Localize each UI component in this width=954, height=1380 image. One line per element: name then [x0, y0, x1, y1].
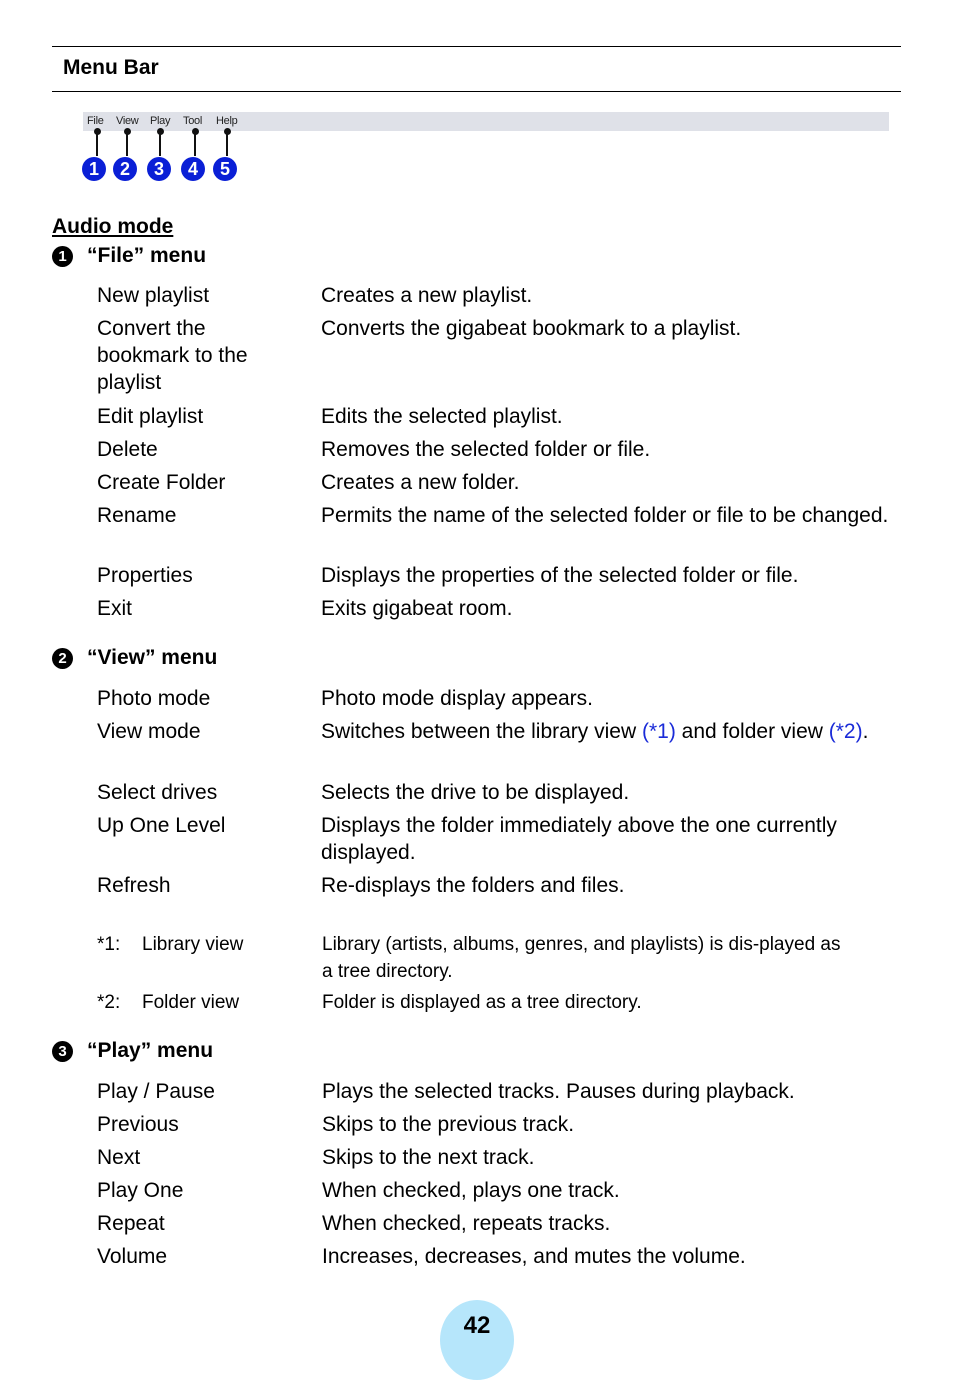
view-menu-title: “View” menu	[87, 646, 218, 669]
callout-line	[194, 132, 196, 156]
menu-item-desc: Creates a new folder.	[321, 471, 520, 494]
callout-badge-5: 5	[213, 157, 237, 181]
menu-item-desc: Removes the selected folder or file.	[321, 438, 651, 461]
menu-item-desc: Photo mode display appears.	[321, 687, 594, 710]
menu-item-desc: Re-displays the folders and files.	[321, 874, 625, 897]
menubar-item-play[interactable]: Play	[150, 115, 171, 127]
callout-badge-4: 4	[181, 157, 205, 181]
menu-item-desc: Exits gigabeat room.	[321, 597, 513, 620]
footnote-desc: Folder is displayed as a tree directory.	[322, 992, 642, 1013]
menu-item-desc: Permits the name of the selected folder …	[321, 504, 889, 527]
audio-mode-heading: Audio mode	[52, 215, 174, 238]
menu-item-term: Refresh	[97, 874, 171, 897]
menu-item-desc: Selects the drive to be displayed.	[321, 781, 630, 804]
menu-item-term: Previous	[97, 1113, 179, 1136]
menu-bar-illustration: File View Play Tool Help	[83, 112, 889, 131]
callout-line	[126, 132, 128, 156]
section-title: Menu Bar	[63, 56, 159, 79]
page-number: 42	[463, 1312, 491, 1339]
menu-item-term: Convert the bookmark to the playlist	[97, 317, 248, 394]
menubar-item-file[interactable]: File	[87, 115, 104, 127]
menu-item-desc: When checked, repeats tracks.	[322, 1212, 611, 1235]
menu-item-term: Select drives	[97, 781, 218, 804]
menu-item-desc: Plays the selected tracks. Pauses during…	[322, 1080, 795, 1103]
menu-item-term: Edit playlist	[97, 405, 204, 428]
footnote-term: Folder view	[142, 992, 240, 1013]
menu-item-desc: Displays the folder immediately above th…	[321, 814, 837, 864]
menu-item-term: Properties	[97, 564, 193, 587]
menubar-item-help[interactable]: Help	[216, 115, 238, 127]
menu-item-term: Delete	[97, 438, 158, 461]
play-menu-title: “Play” menu	[87, 1039, 214, 1062]
menu-item-term: Next	[97, 1146, 141, 1169]
desc-text: .	[862, 720, 869, 743]
menu-item-term: Play / Pause	[97, 1080, 215, 1103]
callout-line	[159, 132, 161, 156]
menu-item-term: View mode	[97, 720, 201, 743]
footnote-desc: Library (artists, albums, genres, and pl…	[322, 934, 841, 982]
footnote-term: Library view	[142, 934, 244, 955]
menu-item-term: Exit	[97, 597, 133, 620]
menu-item-desc: Edits the selected playlist.	[321, 405, 563, 428]
footnote-mark: *1:	[97, 934, 121, 955]
title-underline-rule	[52, 91, 901, 92]
callout-line	[226, 132, 228, 156]
desc-text: Switches between the library view	[321, 720, 642, 743]
view-menu-heading: 2 “View” menu	[52, 646, 217, 670]
menu-item-term: Rename	[97, 504, 177, 527]
menu-item-term: Up One Level	[97, 814, 226, 837]
menubar-item-tool[interactable]: Tool	[183, 115, 202, 127]
callout-line	[96, 132, 98, 156]
footnote-mark: *2:	[97, 992, 121, 1013]
menu-item-term: Repeat	[97, 1212, 165, 1235]
menu-item-term: Volume	[97, 1245, 168, 1268]
menu-item-desc: Skips to the previous track.	[322, 1113, 575, 1136]
menu-item-desc: Converts the gigabeat bookmark to a play…	[321, 317, 742, 340]
menu-item-desc: Creates a new playlist.	[321, 284, 533, 307]
footnote-link-1[interactable]: (*1)	[642, 720, 676, 743]
menu-item-term: New playlist	[97, 284, 210, 307]
callout-badge-3: 3	[147, 157, 171, 181]
number-1-icon: 1	[52, 245, 73, 267]
menu-item-desc: Increases, decreases, and mutes the volu…	[322, 1245, 746, 1268]
menu-item-desc: Switches between the library view (*1) a…	[321, 718, 891, 745]
menu-item-term: Create Folder	[97, 471, 226, 494]
page-number-badge: 42	[440, 1300, 514, 1380]
footnote-link-2[interactable]: (*2)	[829, 720, 863, 743]
menu-item-desc: Skips to the next track.	[322, 1146, 535, 1169]
top-rule	[52, 46, 901, 47]
number-2-icon: 2	[52, 647, 73, 669]
menu-item-desc: Displays the properties of the selected …	[321, 564, 799, 587]
file-menu-title: “File” menu	[87, 244, 207, 267]
callout-badge-1: 1	[82, 157, 106, 181]
desc-text: and folder view	[675, 720, 829, 743]
file-menu-heading: 1 “File” menu	[52, 244, 206, 268]
menu-item-term: Play One	[97, 1179, 184, 1202]
callout-badge-2: 2	[113, 157, 137, 181]
play-menu-heading: 3 “Play” menu	[52, 1039, 213, 1063]
number-3-icon: 3	[52, 1040, 73, 1062]
menu-item-term: Photo mode	[97, 687, 211, 710]
menu-item-desc: When checked, plays one track.	[322, 1179, 620, 1202]
menubar-item-view[interactable]: View	[116, 115, 139, 127]
